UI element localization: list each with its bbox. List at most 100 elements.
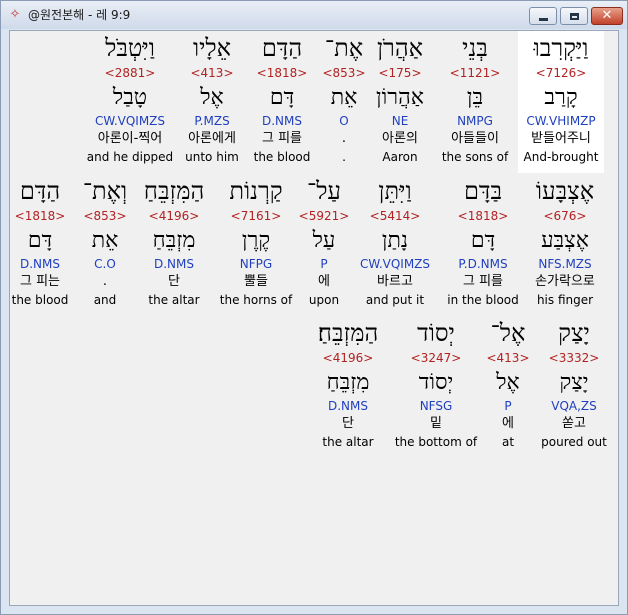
word-cell[interactable]: בְּנֵי <1121> בֵּן NMPG 아들들이 the sons of	[432, 31, 518, 173]
word-cell[interactable]: וַיִּתֵּן <5414> נָתַן CW.VQIMZS 바르고 and…	[352, 174, 438, 316]
hebrew-word: הַמִּזְבֵּחַ	[143, 177, 205, 205]
korean-gloss: .	[102, 274, 108, 289]
lemma: טָבַל	[112, 85, 148, 110]
morphology-code: NFS.MZS	[538, 257, 592, 271]
morphology-code: VQA,ZS	[551, 399, 597, 413]
korean-gloss: 손가락으로	[535, 274, 595, 289]
word-cell[interactable]: קַרְנוֹת <7161> קֶרֶן NFPG 뿔들 the horns …	[206, 174, 306, 316]
morphology-code: P	[504, 399, 512, 413]
korean-gloss: 아론이-찍어	[97, 131, 163, 146]
korean-gloss: 그 피는	[19, 274, 60, 289]
korean-gloss: 밑	[430, 416, 442, 431]
english-gloss: the altar	[322, 435, 374, 449]
word-cell[interactable]: הַמִּזְבֵּחַ׃ <4196> מִזְבֵּחַ D.NMS 단 t…	[306, 316, 390, 458]
word-cell[interactable]: בַּדָּם <1818> דָּם P.D.NMS 그 피를 in the …	[440, 174, 526, 316]
lemma: נָתַן	[381, 228, 409, 253]
strong-number[interactable]: <413>	[170, 66, 254, 80]
word-cell[interactable]: הַדָּם <1818> דָּם D.NMS 그 피는 the blood	[10, 174, 70, 316]
close-button[interactable]: ✕	[591, 7, 623, 25]
lemma: בֵּן	[466, 85, 484, 110]
korean-gloss: 아들들이	[451, 131, 499, 146]
strong-number[interactable]: <4196>	[306, 351, 390, 365]
strong-number[interactable]: <1818>	[440, 209, 526, 223]
english-gloss: And-brought	[523, 150, 599, 164]
morphology-code: P.D.NMS	[458, 257, 508, 271]
lemma: יְסוֹד	[418, 370, 454, 395]
english-gloss: the bottom of	[394, 435, 478, 449]
strong-number[interactable]: <7126>	[518, 66, 604, 80]
app-window: ✧ @원전본해 - 레 9:9 ✕ וַיַּקְרִבוּ <7126> קָ…	[0, 0, 628, 615]
strong-number[interactable]: <1121>	[432, 66, 518, 80]
strong-number[interactable]: <853>	[72, 209, 138, 223]
korean-gloss: 받들어주니	[531, 131, 591, 146]
english-gloss: and he dipped	[86, 150, 174, 164]
strong-number[interactable]: <7161>	[206, 209, 306, 223]
english-gloss: his finger	[536, 293, 594, 307]
english-gloss: at	[501, 435, 515, 449]
strong-number[interactable]: <1818>	[10, 209, 70, 223]
strong-number[interactable]: <5414>	[352, 209, 438, 223]
hebrew-word: יְסוֹד	[417, 319, 455, 347]
hebrew-word: הַדָּם	[261, 34, 303, 62]
strong-number[interactable]: <413>	[478, 351, 538, 365]
interlinear-view[interactable]: וַיַּקְרִבוּ <7126> קָרַב CW.VHIMZP 받들어주…	[9, 30, 619, 606]
strong-number[interactable]: <676>	[522, 209, 608, 223]
hebrew-word: בַּדָּם	[463, 177, 503, 205]
word-cell[interactable]: וַיִּטְבֹּל <2881> טָבַל CW.VQIMZS 아론이-찍…	[82, 31, 178, 173]
lemma: דָּם	[269, 85, 295, 110]
close-icon: ✕	[601, 8, 613, 23]
hebrew-word: אֶת־	[324, 34, 364, 62]
korean-gloss: 그 피를	[261, 131, 302, 146]
strong-number[interactable]: <2881>	[82, 66, 178, 80]
title-bar[interactable]: ✧ @원전본해 - 레 9:9 ✕	[1, 1, 627, 29]
morphology-code: D.NMS	[153, 257, 194, 271]
word-cell[interactable]: אֶל־ <413> אֶל P 에 at	[478, 316, 538, 458]
english-gloss: poured out	[541, 435, 607, 449]
morphology-code: NMPG	[457, 114, 493, 128]
english-gloss: in the blood	[447, 293, 519, 307]
hebrew-word: וַיִּטְבֹּל	[105, 34, 155, 62]
word-cell[interactable]: יָצַק <3332> יָצַק VQA,ZS 쏟고 poured out	[530, 316, 618, 458]
morphology-code: P.MZS	[194, 114, 230, 128]
word-cell[interactable]: הַדָּם <1818> דָּם D.NMS 그 피를 the blood	[244, 31, 320, 173]
morphology-code: CW.VHIMZP	[526, 114, 596, 128]
minimize-icon	[538, 17, 548, 21]
morphology-code: D.NMS	[327, 399, 368, 413]
strong-number[interactable]: <853>	[310, 66, 378, 80]
word-cell[interactable]: הַמִּזְבֵּחַ <4196> מִזְבֵּחַ D.NMS 단 th…	[130, 174, 218, 316]
english-gloss: the sons of	[441, 150, 509, 164]
english-gloss: unto him	[185, 150, 239, 164]
bible-app-icon[interactable]: ✧	[7, 7, 23, 23]
morphology-code: NFPG	[239, 257, 273, 271]
korean-gloss: 그 피를	[462, 274, 503, 289]
korean-gloss: 단	[168, 274, 180, 289]
word-cell[interactable]: וְאֶת־ <853> אֵת C.O . and	[72, 174, 138, 316]
english-gloss: the horns of	[219, 293, 293, 307]
strong-number[interactable]: <1818>	[244, 66, 320, 80]
korean-gloss: 단	[342, 416, 354, 431]
morphology-code: CW.VQIMZS	[94, 114, 166, 128]
word-cell[interactable]: אֶצְבָּעוֹ <676> אֶצְבַּע NFS.MZS 손가락으로 …	[522, 174, 608, 316]
strong-number[interactable]: <4196>	[130, 209, 218, 223]
strong-number[interactable]: <3247>	[390, 351, 482, 365]
lemma: קֶרֶן	[241, 228, 271, 253]
korean-gloss: 에	[502, 416, 514, 431]
korean-gloss: 아론에게	[188, 131, 236, 146]
lemma: אֶצְבַּע	[541, 228, 589, 253]
hebrew-word: יָצַק	[558, 319, 590, 347]
english-gloss: .	[342, 150, 346, 164]
strong-number[interactable]: <3332>	[530, 351, 618, 365]
lemma: אֵת	[91, 228, 119, 253]
word-cell[interactable]: אֶת־ <853> אֵת O . .	[310, 31, 378, 173]
word-cell[interactable]: אֵלָיו <413> אֶל P.MZS 아론에게 unto him	[170, 31, 254, 173]
morphology-code: CW.VQIMZS	[359, 257, 431, 271]
english-gloss: the altar	[148, 293, 200, 307]
word-cell[interactable]: יְסוֹד <3247> יְסוֹד NFSG 밑 the bottom o…	[390, 316, 482, 458]
word-cell[interactable]: וַיַּקְרִבוּ <7126> קָרַב CW.VHIMZP 받들어주…	[518, 31, 604, 173]
maximize-button[interactable]	[560, 7, 588, 25]
minimize-button[interactable]	[529, 7, 557, 25]
morphology-code: D.NMS	[261, 114, 302, 128]
hebrew-word: הַמִּזְבֵּחַ׃	[317, 319, 379, 347]
korean-gloss: .	[341, 131, 347, 146]
hebrew-word: אֵלָיו	[192, 34, 232, 62]
